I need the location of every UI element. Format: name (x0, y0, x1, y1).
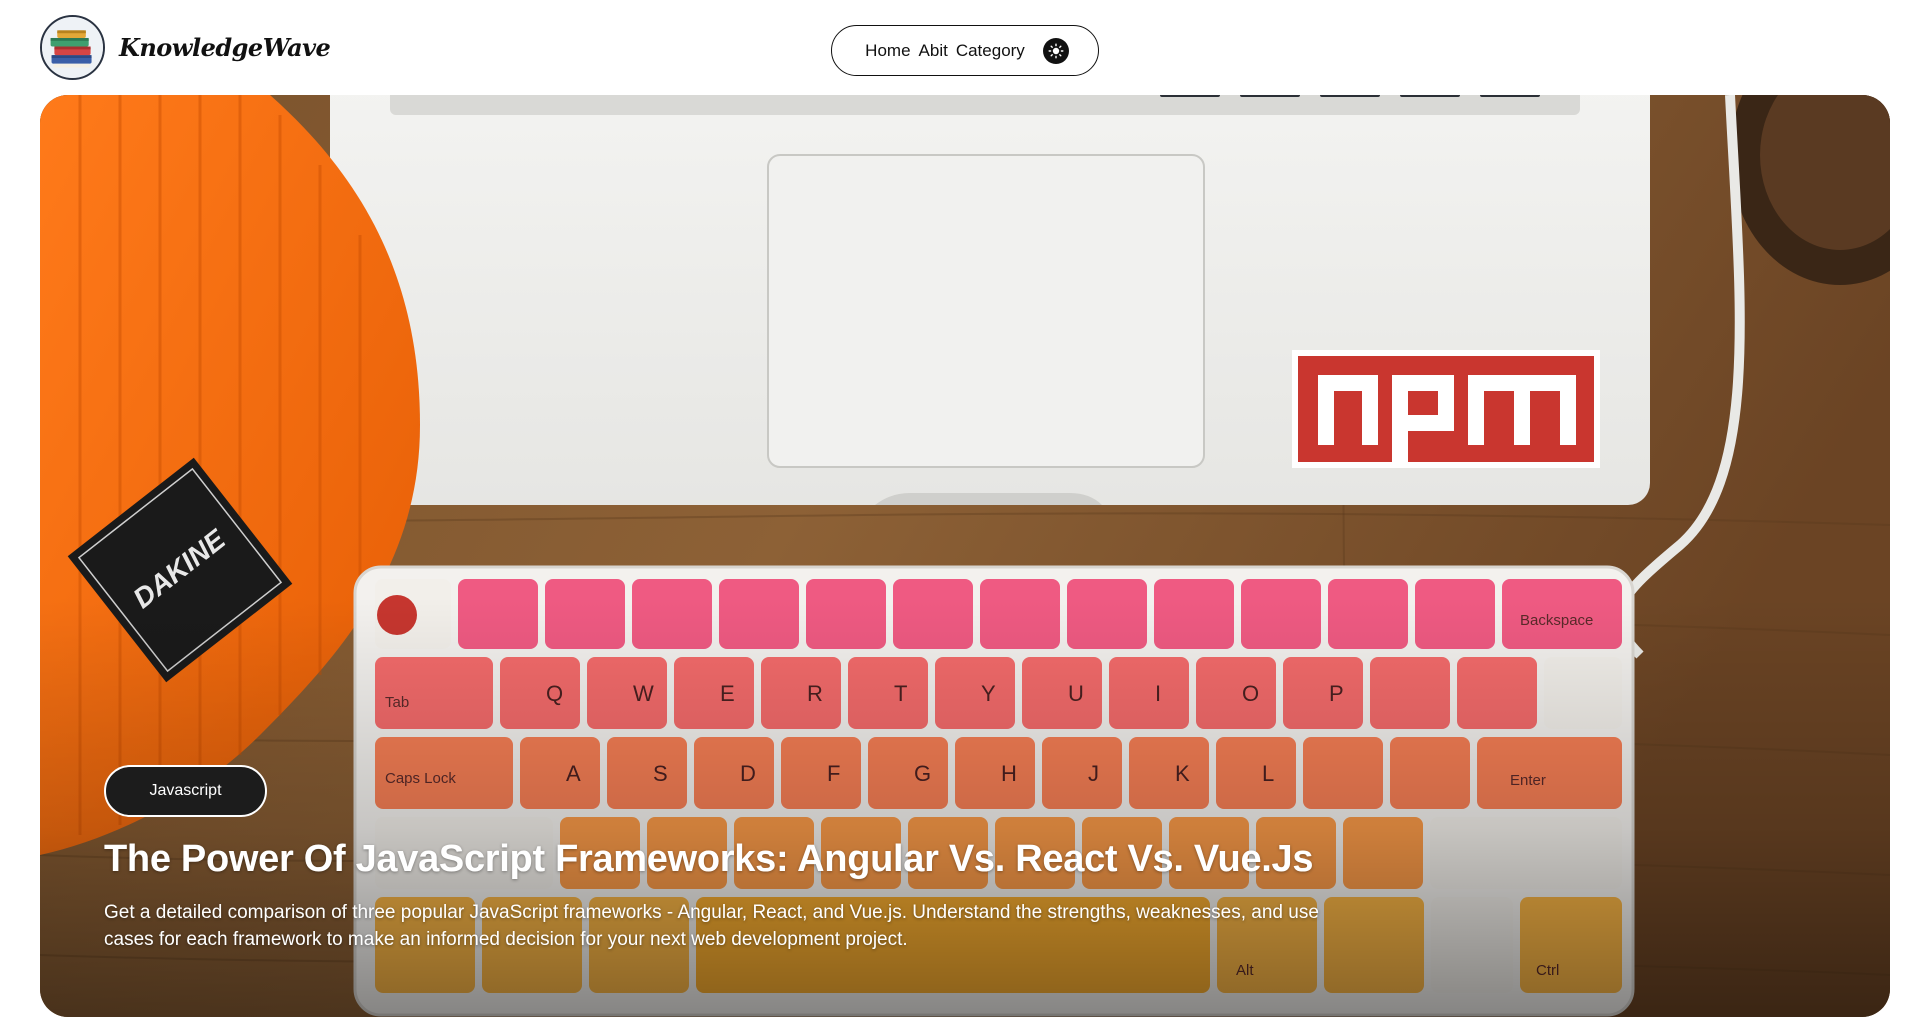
nav-item-abit[interactable]: Abit (919, 41, 948, 61)
brand-home-link[interactable]: KnowledgeWave (40, 15, 331, 80)
nav-item-category[interactable]: Category (956, 41, 1025, 61)
post-description: Get a detailed comparison of three popul… (104, 902, 1319, 950)
nav-item-home[interactable]: Home (865, 41, 910, 61)
theme-toggle-button[interactable] (1042, 37, 1069, 64)
category-tag-button[interactable]: Javascript (104, 765, 267, 817)
featured-post-hero[interactable]: DAKINE Javascript The Power Of JavaScrip… (40, 95, 1890, 1017)
site-header: KnowledgeWave Home Abit Category (0, 0, 1920, 95)
sun-icon (1048, 43, 1064, 59)
books-stack-icon (40, 15, 105, 80)
main-nav: Home Abit Category (831, 25, 1099, 76)
post-title[interactable]: The Power Of JavaScript Frameworks: Angu… (104, 836, 1404, 882)
brand-name: KnowledgeWave (119, 33, 331, 62)
hero-shade (40, 597, 1890, 1017)
